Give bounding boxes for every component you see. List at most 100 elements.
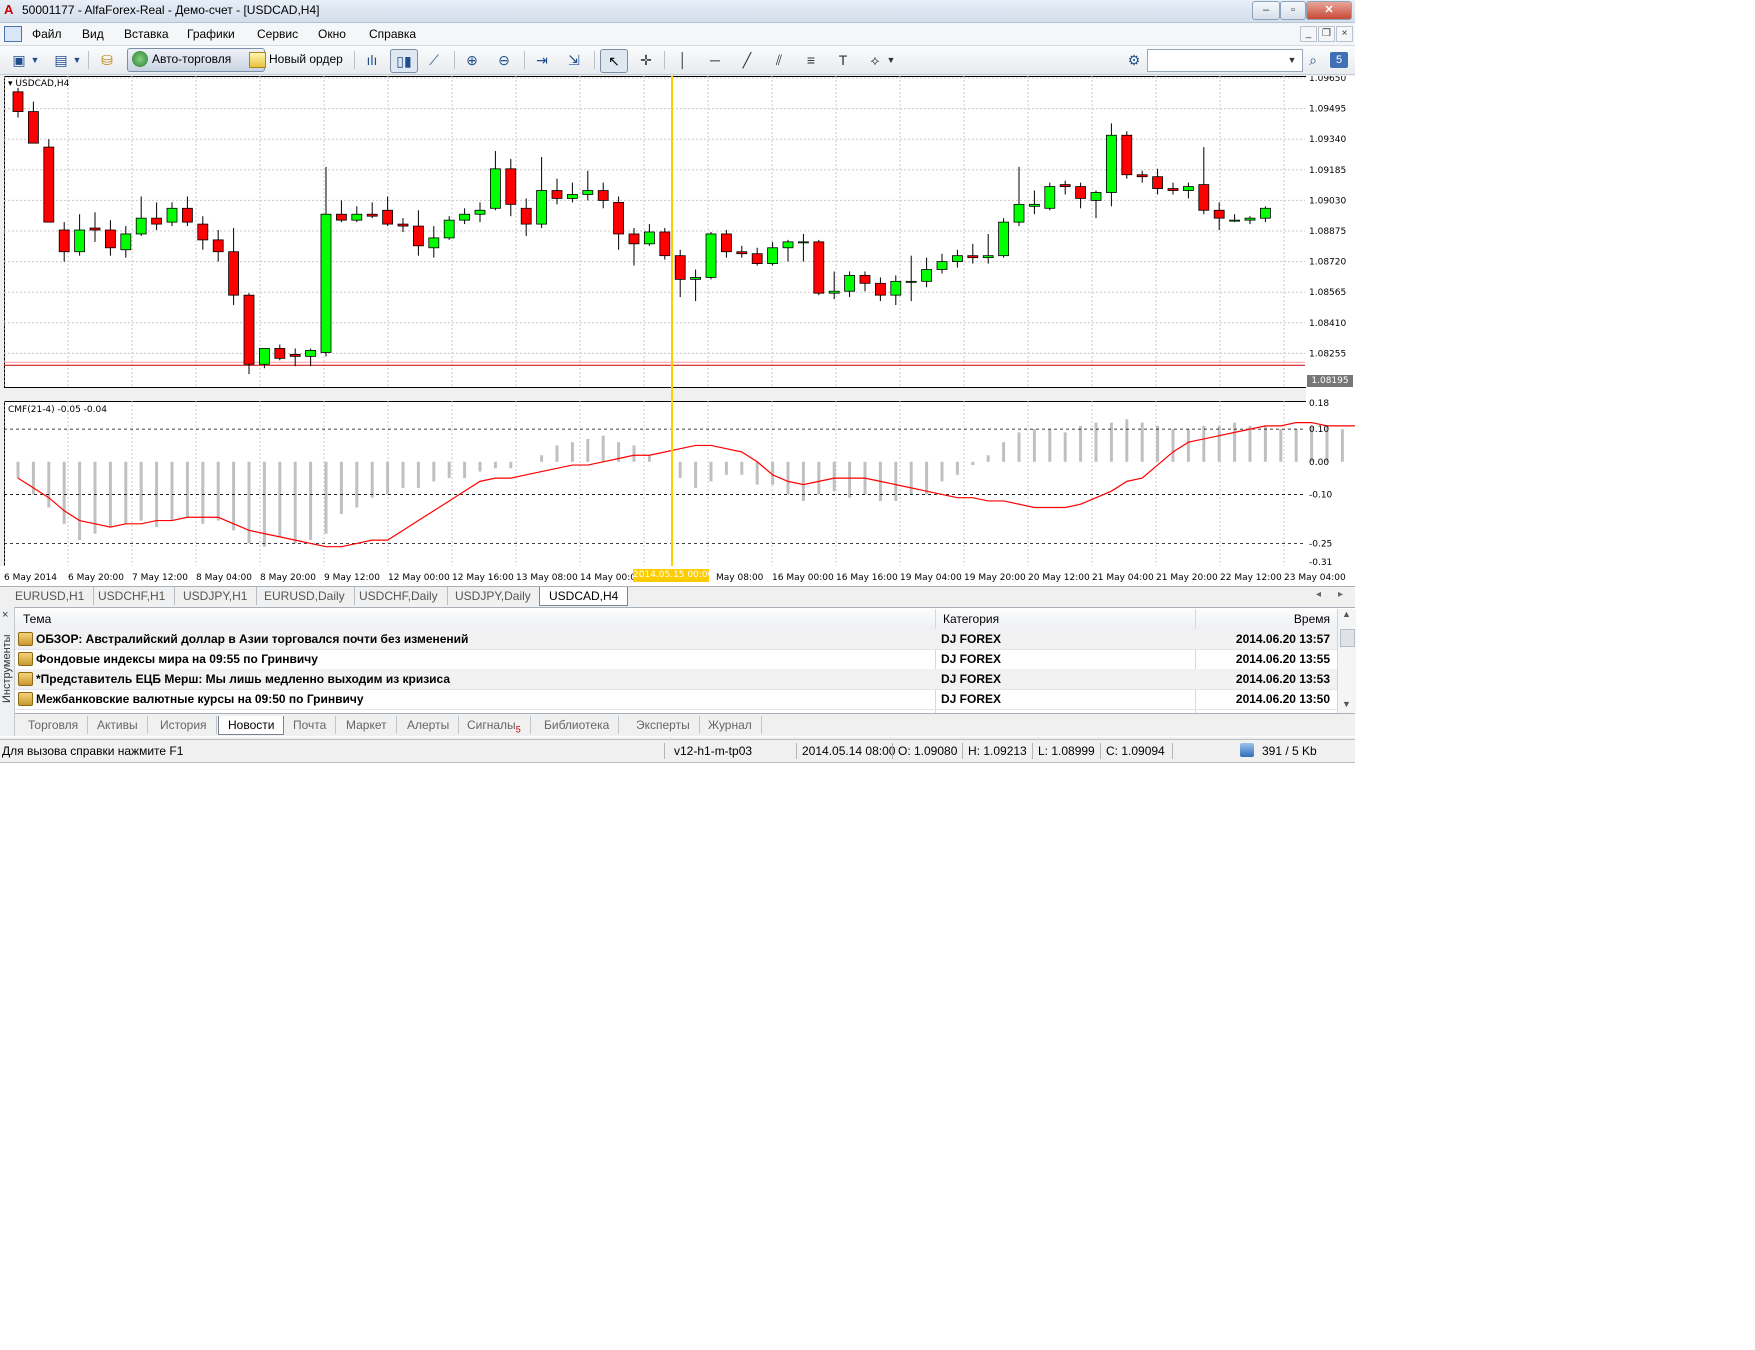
candlestick-chart-icon[interactable]: ▯▮ xyxy=(390,49,418,73)
chart-window-icon[interactable] xyxy=(4,26,22,42)
new-chart-icon[interactable]: ▣ xyxy=(8,49,30,71)
terminal-side-strip: × Инструменты xyxy=(0,607,15,736)
vertical-line-icon[interactable]: │ xyxy=(672,49,694,71)
candle-body xyxy=(721,233,732,253)
menu-help[interactable]: Справка xyxy=(369,27,416,41)
tab-scroll-right-icon[interactable]: ▸ xyxy=(1338,589,1343,600)
shapes-icon[interactable]: ⟡ xyxy=(864,49,886,71)
tab-mail[interactable]: Почта xyxy=(284,716,337,734)
tab-experts[interactable]: Эксперты xyxy=(627,716,700,734)
terminal-side-label: Инструменты xyxy=(1,634,13,703)
status-traffic: 391 / 5 Kb xyxy=(1262,744,1317,758)
chart-tab[interactable]: USDJPY,H1 xyxy=(174,587,258,605)
new-order-button[interactable]: Новый ордер xyxy=(244,48,366,72)
news-row[interactable]: Фондовые индексы мира на 09:55 по Гринви… xyxy=(15,649,1337,670)
news-scrollbar[interactable]: ▲ ▼ xyxy=(1337,609,1356,713)
auto-scroll-icon[interactable]: ⇲ xyxy=(562,49,586,71)
news-row[interactable]: *Представитель ЕЦБ Мерш: Мы лишь медленн… xyxy=(15,669,1337,690)
close-button[interactable]: ✕ xyxy=(1306,1,1352,20)
mdi-minimize-icon[interactable]: _ xyxy=(1300,26,1317,42)
chart-tab[interactable]: EURUSD,Daily xyxy=(255,587,355,605)
tab-signals[interactable]: Сигналы5 xyxy=(458,716,531,734)
time-tick-label: 16 May 00:00 xyxy=(772,573,834,583)
candle-body xyxy=(674,255,686,280)
minimize-button[interactable]: – xyxy=(1252,1,1280,20)
bar-chart-icon[interactable]: ılı xyxy=(360,49,384,71)
menu-insert[interactable]: Вставка xyxy=(124,27,169,41)
zoom-out-icon[interactable]: ⊖ xyxy=(492,49,516,71)
menu-view[interactable]: Вид xyxy=(82,27,104,41)
tab-alerts[interactable]: Алерты xyxy=(398,716,460,734)
chart-tab[interactable]: USDCHF,Daily xyxy=(350,587,448,605)
search-icon[interactable]: ⌕ xyxy=(1302,49,1324,71)
indicator-label: CMF(21-4) -0.05 -0.04 xyxy=(8,405,107,415)
tab-journal[interactable]: Журнал xyxy=(699,716,762,734)
news-row[interactable]: ОБЗОР: Австралийский доллар в Азии торго… xyxy=(15,629,1337,650)
candle-body xyxy=(628,233,640,245)
chevron-down-icon[interactable]: ▼ xyxy=(1286,49,1298,71)
time-tick-label: May 08:00 xyxy=(716,573,764,583)
tab-market[interactable]: Маркет xyxy=(337,716,397,734)
chevron-down-icon[interactable]: ▼ xyxy=(886,49,896,71)
mdi-close-icon[interactable]: × xyxy=(1336,26,1353,42)
column-category[interactable]: Категория xyxy=(943,612,999,626)
chart-tab[interactable]: USDCHF,H1 xyxy=(89,587,176,605)
search-input[interactable] xyxy=(1147,49,1303,72)
candle-body xyxy=(705,233,717,278)
time-tick-label: 6 May 2014 xyxy=(4,573,57,583)
market-watch-icon[interactable]: ⛁ xyxy=(96,49,118,71)
trend-line-icon[interactable]: ╱ xyxy=(736,49,758,71)
tab-history[interactable]: История xyxy=(151,716,217,734)
gear-icon[interactable]: ⚙ xyxy=(1124,49,1144,71)
menu-charts[interactable]: Графики xyxy=(187,27,235,41)
status-profile[interactable]: v12-h1-m-tp03 xyxy=(674,744,752,758)
menu-file[interactable]: Файл xyxy=(32,27,62,41)
tab-trade[interactable]: Торговля xyxy=(19,716,89,734)
time-tick-label: 20 May 12:00 xyxy=(1028,573,1090,583)
news-time: 2014.06.20 13:57 xyxy=(1235,632,1330,646)
zoom-in-icon[interactable]: ⊕ xyxy=(460,49,484,71)
candle-body xyxy=(274,348,286,359)
scroll-down-icon[interactable]: ▼ xyxy=(1342,699,1351,709)
tab-scroll-left-icon[interactable]: ◂ xyxy=(1316,589,1321,600)
time-tick-label: 16 May 16:00 xyxy=(836,573,898,583)
chevron-down-icon[interactable]: ▼ xyxy=(30,49,40,71)
menu-window[interactable]: Окно xyxy=(318,27,346,41)
candle-body xyxy=(536,190,547,225)
chart-tab-active[interactable]: USDCAD,H4 xyxy=(539,587,629,606)
price-tick-label: 1.09185 xyxy=(1309,166,1346,176)
fibonacci-icon[interactable]: ≡ xyxy=(800,49,822,71)
cursor-icon[interactable]: ↖ xyxy=(600,49,628,73)
scroll-up-icon[interactable]: ▲ xyxy=(1342,609,1351,619)
equidistant-channel-icon[interactable]: ⫽ xyxy=(768,49,790,71)
profiles-icon[interactable]: ▤ xyxy=(50,49,72,71)
crosshair-icon[interactable]: ✛ xyxy=(634,49,658,71)
column-topic[interactable]: Тема xyxy=(23,612,51,626)
tab-library[interactable]: Библиотека xyxy=(535,716,620,734)
text-label-icon[interactable]: T xyxy=(832,49,854,71)
news-icon xyxy=(18,692,33,706)
notifications-badge[interactable]: 5 xyxy=(1330,52,1348,68)
candle-body xyxy=(875,282,886,296)
chart-tab[interactable]: EURUSD,H1 xyxy=(6,587,95,605)
terminal-close-icon[interactable]: × xyxy=(2,609,8,621)
mdi-restore-icon[interactable]: ❐ xyxy=(1318,26,1335,42)
time-tick-label: 21 May 20:00 xyxy=(1156,573,1218,583)
chart-shift-icon[interactable]: ⇥ xyxy=(530,49,554,71)
chart-tab[interactable]: USDJPY,Daily xyxy=(446,587,541,605)
chevron-down-icon[interactable]: ▼ xyxy=(72,49,82,71)
menu-tools[interactable]: Сервис xyxy=(257,27,298,41)
candle-body xyxy=(1029,203,1040,207)
chart-canvas[interactable]: 1.09650 1.09495 1.09340 1.09185 1.09030 1.088… xyxy=(4,76,1355,586)
line-chart-icon[interactable]: ⟋ xyxy=(422,49,446,71)
restore-button[interactable]: ▫ xyxy=(1280,1,1306,20)
tab-assets[interactable]: Активы xyxy=(88,716,148,734)
tab-news[interactable]: Новости xyxy=(218,716,285,735)
column-time[interactable]: Время xyxy=(1230,612,1330,626)
news-row[interactable]: Межбанковские валютные курсы на 09:50 по… xyxy=(15,689,1337,710)
candle-body xyxy=(936,261,948,270)
connection-icon[interactable] xyxy=(1240,743,1254,757)
horizontal-line-icon[interactable]: ─ xyxy=(704,49,726,71)
scroll-thumb[interactable] xyxy=(1340,629,1355,647)
candle-body xyxy=(489,168,501,209)
